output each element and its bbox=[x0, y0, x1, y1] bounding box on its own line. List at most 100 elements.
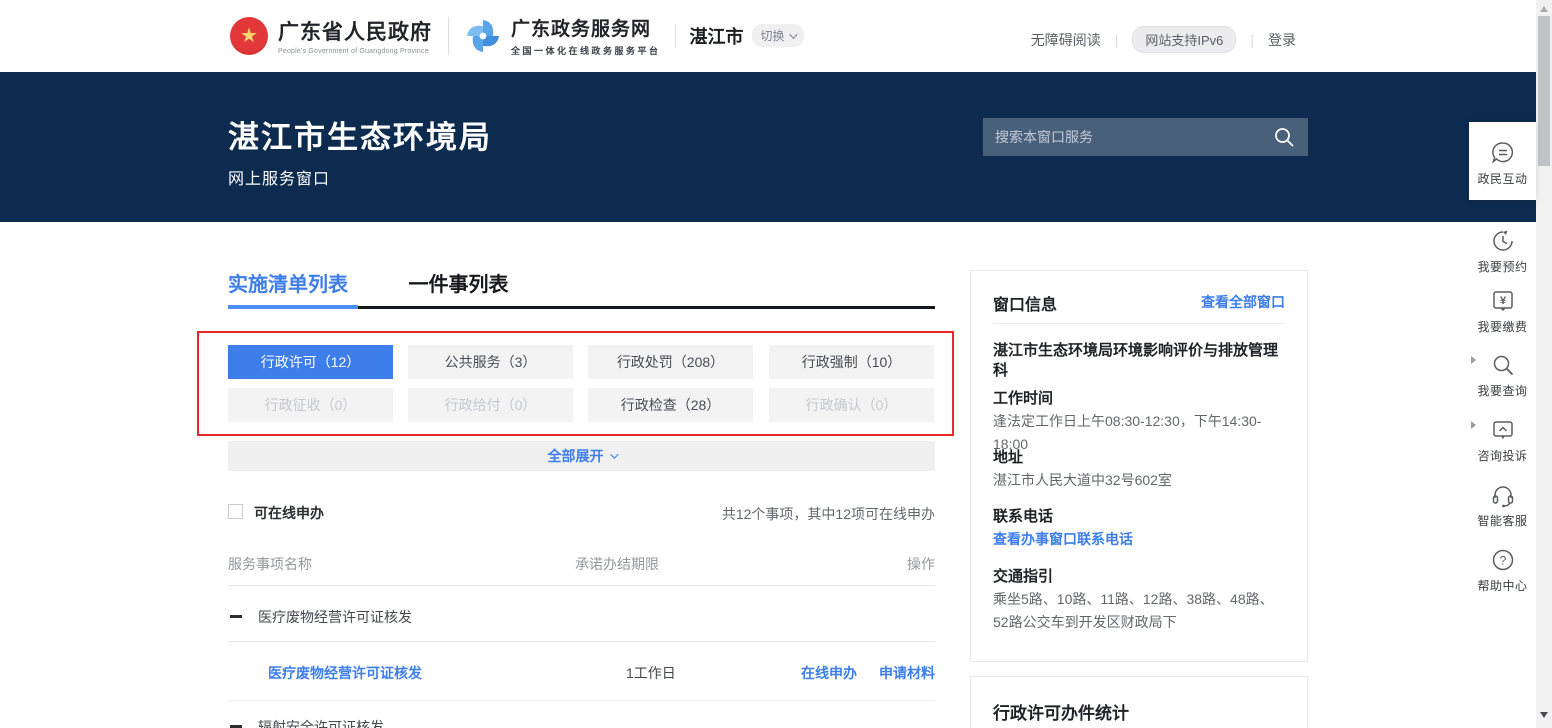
city-switch-button[interactable]: 切换 bbox=[752, 24, 804, 47]
tab-implementation-list[interactable]: 实施清单列表 bbox=[228, 268, 348, 297]
question-icon: ? bbox=[1490, 547, 1516, 573]
stats-card: 行政许可办件统计 bbox=[970, 676, 1308, 728]
yuan-pay-icon: ¥ bbox=[1490, 288, 1516, 314]
view-all-windows-link[interactable]: 查看全部窗口 bbox=[1201, 292, 1285, 312]
divider bbox=[228, 700, 935, 701]
city-divider bbox=[675, 24, 676, 48]
group-title: 辐射安全许可证核发 bbox=[258, 717, 384, 728]
gov-logo-subtitle: People's Government of Guangdong Provinc… bbox=[278, 48, 432, 55]
service-portal-subtitle: 全国一体化在线政务服务平台 bbox=[511, 44, 661, 57]
category-xingzhengxuke-button[interactable]: 行政许可（12） bbox=[228, 345, 393, 379]
collapse-minus-icon[interactable] bbox=[230, 615, 242, 618]
scroll-down-arrow-icon[interactable] bbox=[1540, 712, 1548, 718]
service-item-link[interactable]: 医疗废物经营许可证核发 bbox=[268, 663, 422, 683]
window-search bbox=[983, 118, 1308, 156]
toolbar-label: 帮助中心 bbox=[1469, 577, 1536, 594]
page: ★ 广东省人民政府 People's Government of Guangdo… bbox=[0, 0, 1552, 728]
toolbar-item-smart-service[interactable]: 智能客服 bbox=[1469, 482, 1536, 529]
col-action: 操作 bbox=[907, 554, 935, 574]
header-separator: | bbox=[1115, 32, 1119, 48]
toolbar-item-help-center[interactable]: ? 帮助中心 bbox=[1469, 547, 1536, 594]
complaint-icon bbox=[1490, 417, 1516, 443]
side-toolbar: 政民互动 我要预约 ¥ 我要缴费 我要查询 bbox=[1469, 0, 1536, 728]
window-info-header: 窗口信息 查看全部窗口 bbox=[993, 291, 1285, 315]
login-link[interactable]: 登录 bbox=[1268, 30, 1296, 50]
department-name: 湛江市生态环境局环境影响评价与排放管理科 bbox=[993, 341, 1285, 381]
view-phone-link[interactable]: 查看办事窗口联系电话 bbox=[993, 529, 1133, 549]
search-icon bbox=[1490, 352, 1516, 378]
service-portal-logo: 广东政务服务网 全国一体化在线政务服务平台 bbox=[511, 14, 661, 57]
scrollbar-thumb[interactable] bbox=[1538, 16, 1550, 166]
tabs-underline bbox=[358, 306, 935, 309]
col-service-name: 服务事项名称 bbox=[228, 554, 312, 574]
gov-logo: 广东省人民政府 People's Government of Guangdong… bbox=[278, 16, 432, 55]
active-tab-underline bbox=[228, 305, 358, 309]
city-switch-label: 切换 bbox=[761, 27, 785, 44]
address-text: 湛江市人民大道中32号602室 bbox=[993, 469, 1289, 492]
headset-icon bbox=[1490, 482, 1516, 508]
hero-banner: 湛江市生态环境局 网上服务窗口 bbox=[0, 72, 1536, 222]
work-time-heading: 工作时间 bbox=[993, 387, 1053, 408]
page-scrollbar[interactable] bbox=[1536, 0, 1552, 728]
traffic-heading: 交通指引 bbox=[993, 565, 1053, 586]
accessibility-link[interactable]: 无障碍阅读 bbox=[1031, 30, 1101, 50]
online-apply-checkbox[interactable] bbox=[228, 504, 243, 519]
divider bbox=[228, 641, 935, 642]
clock-icon bbox=[1490, 228, 1516, 254]
search-icon[interactable] bbox=[1272, 125, 1296, 149]
ipv6-badge: 网站支持IPv6 bbox=[1132, 26, 1236, 53]
expand-all-button[interactable]: 全部展开 bbox=[228, 441, 935, 471]
collapse-minus-icon[interactable] bbox=[230, 725, 242, 728]
divider bbox=[228, 585, 935, 586]
category-gonggongfuwu-button[interactable]: 公共服务（3） bbox=[408, 345, 573, 379]
online-apply-link[interactable]: 在线申办 bbox=[801, 663, 857, 683]
logo-group: ★ 广东省人民政府 People's Government of Guangdo… bbox=[230, 14, 804, 57]
svg-text:¥: ¥ bbox=[1499, 295, 1506, 307]
toolbar-label: 我要查询 bbox=[1469, 382, 1536, 399]
category-xingzhengjiancha-button[interactable]: 行政检查（28） bbox=[588, 388, 753, 422]
national-emblem-icon: ★ bbox=[230, 17, 268, 55]
toolbar-item-interaction[interactable]: 政民互动 bbox=[1469, 122, 1536, 200]
traffic-text: 乘坐5路、10路、11路、12路、38路、48路、52路公交车到开发区财政局下 bbox=[993, 588, 1289, 634]
category-xingzhenggeifu-button: 行政给付（0） bbox=[408, 388, 573, 422]
category-xingzhengzhengshou-button: 行政征收（0） bbox=[228, 388, 393, 422]
toolbar-item-payment[interactable]: ¥ 我要缴费 bbox=[1469, 288, 1536, 335]
chevron-down-icon bbox=[610, 450, 618, 458]
table-item-row: 医疗废物经营许可证核发 1工作日 在线申办 申请材料 bbox=[228, 663, 935, 683]
online-apply-label: 可在线申办 bbox=[254, 503, 324, 523]
bureau-title: 湛江市生态环境局 bbox=[228, 112, 492, 157]
gov-logo-title: 广东省人民政府 bbox=[278, 16, 432, 46]
toolbar-label: 政民互动 bbox=[1469, 170, 1536, 187]
scroll-up-arrow-icon[interactable] bbox=[1540, 6, 1548, 12]
toolbar-label: 咨询投诉 bbox=[1469, 447, 1536, 464]
toolbar-label: 智能客服 bbox=[1469, 512, 1536, 529]
svg-text:?: ? bbox=[1499, 554, 1506, 568]
bureau-subtitle: 网上服务窗口 bbox=[228, 165, 330, 189]
speech-bubble-icon bbox=[1490, 140, 1516, 166]
list-tabs: 实施清单列表 一件事列表 bbox=[228, 268, 935, 310]
divider bbox=[993, 323, 1285, 324]
header-separator: | bbox=[1250, 32, 1254, 48]
category-xingzhengchufa-button[interactable]: 行政处罚（208） bbox=[588, 345, 753, 379]
search-input[interactable] bbox=[995, 129, 1272, 145]
category-xingzhengqiangzhi-button[interactable]: 行政强制（10） bbox=[769, 345, 934, 379]
toolbar-label: 我要缴费 bbox=[1469, 318, 1536, 335]
window-info-card: 窗口信息 查看全部窗口 湛江市生态环境局环境影响评价与排放管理科 工作时间 逢法… bbox=[970, 270, 1308, 662]
table-group-row: 医疗废物经营许可证核发 bbox=[228, 607, 935, 627]
tab-one-thing-list[interactable]: 一件事列表 bbox=[408, 268, 508, 297]
work-time-text: 逢法定工作日上午08:30-12:30，下午14:30-18:00 bbox=[993, 410, 1289, 456]
top-header: ★ 广东省人民政府 People's Government of Guangdo… bbox=[0, 0, 1536, 72]
col-deadline: 承诺办结期限 bbox=[575, 554, 659, 574]
toolbar-item-query[interactable]: 我要查询 bbox=[1469, 352, 1536, 399]
logo-divider bbox=[448, 17, 449, 55]
header-links: 无障碍阅读 | 网站支持IPv6 | 登录 bbox=[1031, 26, 1296, 53]
marker-triangle-icon bbox=[1471, 421, 1476, 429]
items-count-summary: 共12个事项，其中12项可在线申办 bbox=[722, 504, 935, 524]
toolbar-item-appointment[interactable]: 我要预约 bbox=[1469, 228, 1536, 275]
toolbar-label: 我要预约 bbox=[1469, 258, 1536, 275]
application-materials-link[interactable]: 申请材料 bbox=[879, 663, 935, 683]
toolbar-item-complaint[interactable]: 咨询投诉 bbox=[1469, 417, 1536, 464]
item-deadline: 1工作日 bbox=[626, 663, 676, 683]
table-group-row: 辐射安全许可证核发 bbox=[228, 717, 935, 728]
filter-row: 可在线申办 共12个事项，其中12项可在线申办 bbox=[228, 503, 935, 523]
